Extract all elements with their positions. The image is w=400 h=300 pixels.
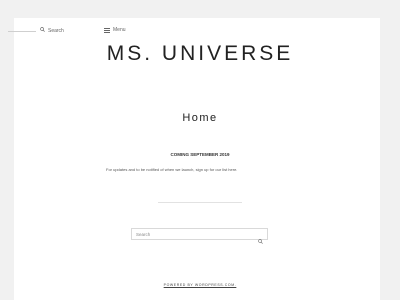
header-search-toggle[interactable]: Search	[40, 27, 64, 34]
header-divider	[8, 31, 36, 32]
search-input[interactable]	[136, 229, 254, 239]
site-title[interactable]: MS. UNIVERSE	[0, 42, 400, 66]
announcement-heading: COMING SEPTEMBER 2019	[170, 152, 230, 157]
menu-label: Menu	[113, 27, 126, 34]
header-search-label: Search	[48, 27, 64, 34]
intro-text: For updates and to be notified of when w…	[106, 167, 238, 172]
footer-credit-link[interactable]: POWERED BY WORDPRESS.COM.	[0, 283, 400, 287]
search-form	[131, 228, 268, 244]
search-icon	[40, 27, 45, 34]
hamburger-menu-icon	[104, 27, 110, 34]
search-icon[interactable]	[258, 231, 263, 249]
menu-toggle-button[interactable]: Menu	[104, 27, 126, 34]
content-divider	[158, 202, 242, 203]
page-title: Home	[182, 112, 218, 124]
